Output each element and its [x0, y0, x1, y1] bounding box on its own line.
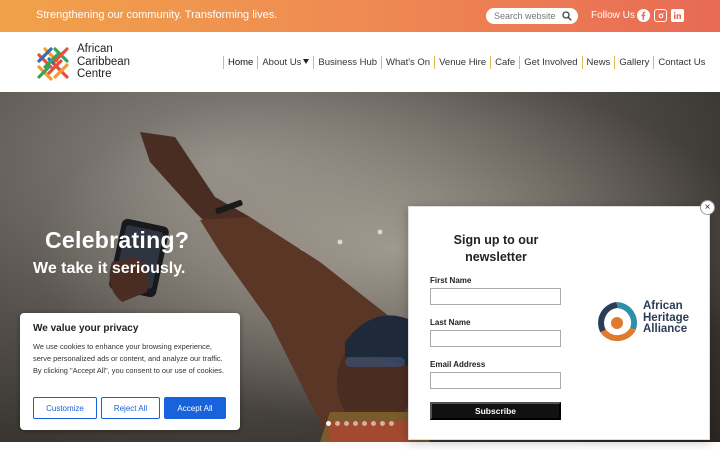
linkedin-icon[interactable] — [671, 9, 684, 22]
hero-subtitle: We take it seriously. — [33, 260, 186, 277]
last-name-label: Last Name — [430, 318, 471, 327]
email-label: Email Address — [430, 360, 486, 369]
logo-line-1: African — [77, 43, 113, 55]
nav-item-gallery[interactable]: Gallery — [614, 55, 653, 69]
cookie-body: We use cookies to enhance your browsing … — [33, 342, 224, 375]
follow-label: Follow Us — [591, 10, 635, 21]
nav-item-cafe[interactable]: Cafe — [490, 55, 519, 69]
subscribe-button[interactable]: Subscribe — [430, 402, 561, 420]
newsletter-title: Sign up to our newsletter — [453, 233, 539, 264]
search-box[interactable] — [486, 8, 578, 24]
slider-dot[interactable] — [380, 421, 385, 426]
first-name-label: First Name — [430, 276, 472, 285]
weave-logo-icon — [37, 47, 69, 81]
logo-line-2: Caribbean — [77, 55, 131, 68]
accept-all-button[interactable]: Accept All — [164, 397, 226, 419]
slider-dots — [326, 421, 394, 426]
nav-item-home[interactable]: Home — [223, 55, 257, 69]
alliance-logo-icon — [598, 302, 638, 342]
nav-item-business-hub[interactable]: Business Hub — [313, 55, 381, 69]
cookie-title: We value your privacy — [33, 323, 139, 334]
slider-dot[interactable] — [344, 421, 349, 426]
reject-all-button[interactable]: Reject All — [101, 397, 160, 419]
logo-line-3: Centre — [77, 68, 112, 80]
partner-line-3: Alliance — [643, 323, 688, 335]
slider-dot[interactable] — [326, 421, 331, 426]
search-icon[interactable] — [562, 11, 572, 21]
nav-item-news[interactable]: News — [581, 55, 615, 69]
nav-item-venue-hire[interactable]: Venue Hire — [434, 55, 490, 69]
site-logo[interactable]: African Caribbean Centre — [35, 43, 145, 83]
slider-dot[interactable] — [353, 421, 358, 426]
last-name-field[interactable] — [430, 330, 561, 347]
facebook-icon[interactable] — [637, 9, 650, 22]
nav-item-label: About Us — [262, 56, 302, 68]
slider-dot[interactable] — [335, 421, 340, 426]
nav-item-contact-us[interactable]: Contact Us — [653, 55, 709, 69]
close-popup-button[interactable]: × — [700, 200, 715, 215]
email-field[interactable] — [430, 372, 561, 389]
slider-dot[interactable] — [389, 421, 394, 426]
partner-logo: African Heritage Alliance — [595, 300, 705, 351]
hero-title: Celebrating? — [45, 227, 190, 253]
slider-dot[interactable] — [362, 421, 367, 426]
search-input[interactable] — [494, 11, 560, 21]
slider-dot[interactable] — [371, 421, 376, 426]
partner-line-1: African — [643, 300, 683, 312]
logo-wordmark: African Caribbean Centre — [77, 43, 130, 81]
nav-item-whats-on[interactable]: What's On — [381, 55, 434, 69]
main-nav: Home About Us Business Hub What's On Ven… — [223, 55, 709, 69]
partner-wordmark: African Heritage Alliance — [643, 300, 689, 336]
nav-item-about-us[interactable]: About Us — [257, 55, 313, 69]
top-bar: Strengthening our community. Transformin… — [0, 0, 720, 32]
customize-button[interactable]: Customize — [33, 397, 97, 419]
newsletter-popup: Sign up to our newsletter First Name Las… — [408, 206, 710, 440]
first-name-field[interactable] — [430, 288, 561, 305]
instagram-icon[interactable] — [654, 9, 667, 22]
caret-down-icon — [303, 58, 310, 64]
nav-item-get-involved[interactable]: Get Involved — [519, 55, 581, 69]
cookie-consent-banner: We value your privacy We use cookies to … — [20, 313, 240, 430]
tagline: Strengthening our community. Transformin… — [36, 9, 278, 21]
